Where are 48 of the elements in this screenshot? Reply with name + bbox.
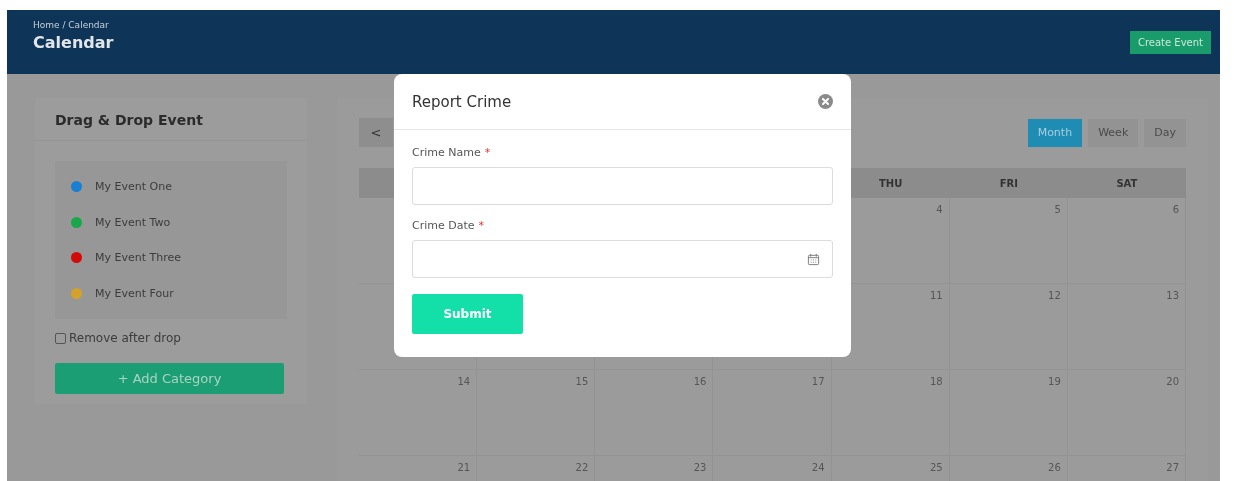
input-field[interactable] (412, 167, 833, 205)
day-number: 14 (457, 376, 471, 389)
field-label: Crime Date (412, 219, 475, 232)
day-number: 11 (929, 290, 943, 303)
breadcrumb: Home / Calendar (33, 20, 110, 30)
day-number: 25 (929, 462, 943, 475)
weekday-label: SAT (1116, 177, 1138, 189)
view-tab[interactable]: Month (1027, 118, 1083, 147)
view-tab[interactable]: Day (1144, 118, 1186, 147)
event-label[interactable]: My Event Four (95, 286, 174, 300)
modal-title: Report Crime (412, 92, 512, 111)
create-event-button[interactable]: Create Event (1129, 31, 1211, 54)
day-number: 12 (1048, 290, 1061, 303)
checkbox-label: Remove after drop (69, 331, 181, 345)
day-number: 4 (936, 204, 943, 217)
field-label: Crime Name (412, 146, 481, 159)
close-icon[interactable] (818, 94, 833, 109)
previous-button[interactable]: < (359, 118, 393, 147)
required-mark: * (478, 219, 485, 232)
day-number: 22 (575, 462, 589, 475)
day-number: 18 (929, 376, 943, 389)
day-number: 5 (1054, 204, 1061, 217)
card-title: Drag & Drop Event (35, 98, 307, 141)
day-number: 26 (1048, 462, 1061, 475)
day-number: 19 (1048, 376, 1061, 389)
day-number: 23 (693, 462, 707, 475)
day-number: 21 (457, 462, 471, 475)
day-number: 15 (575, 376, 589, 389)
day-number: 27 (1166, 462, 1179, 475)
event-label[interactable]: My Event Two (95, 215, 171, 229)
day-number: 24 (811, 462, 825, 475)
required-mark: * (484, 146, 491, 159)
day-number: 20 (1166, 376, 1179, 389)
view-tab[interactable]: Week (1088, 118, 1139, 147)
day-number: 17 (811, 376, 825, 389)
day-number: 13 (1166, 290, 1179, 303)
weekday-label: FRI (999, 177, 1018, 189)
event-label[interactable]: My Event One (95, 180, 172, 194)
submit-button[interactable]: Submit (412, 294, 523, 334)
checkbox[interactable] (55, 332, 66, 344)
day-number: 6 (1172, 204, 1179, 217)
add-category-button[interactable]: + Add Category (55, 363, 284, 394)
weekday-label: THU (878, 177, 903, 189)
event-label[interactable]: My Event Three (95, 251, 181, 265)
date-field[interactable] (412, 240, 833, 278)
calendar-icon[interactable] (807, 252, 820, 266)
day-number: 16 (693, 376, 707, 389)
page-title: Calendar (33, 33, 114, 52)
